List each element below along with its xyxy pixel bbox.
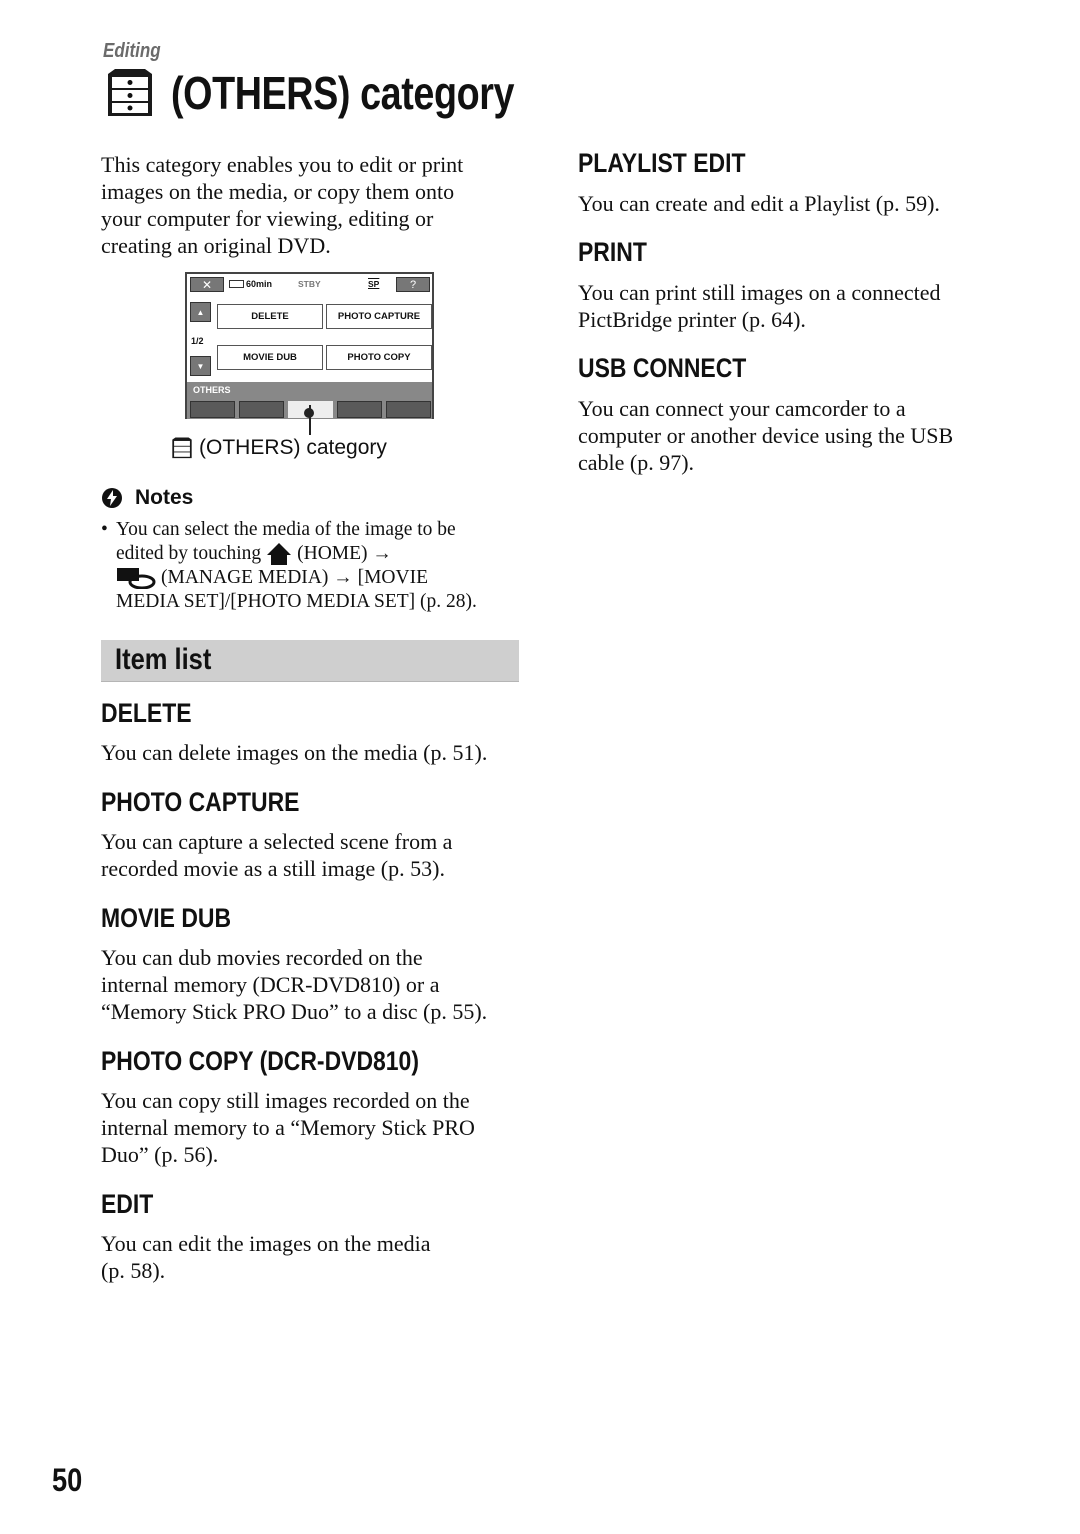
desc-line: You can create and edit a Playlist (p. 5… bbox=[578, 191, 940, 216]
callout-dot bbox=[304, 408, 314, 418]
item-desc-edit: You can edit the images on the media (p.… bbox=[101, 1230, 431, 1284]
item-desc-playlist-edit: You can create and edit a Playlist (p. 5… bbox=[578, 190, 940, 217]
tab-manage-media[interactable] bbox=[337, 401, 382, 418]
desc-line: You can copy still images recorded on th… bbox=[101, 1088, 470, 1113]
battery-indicator: 60min bbox=[229, 279, 272, 289]
item-title-movie-dub: MOVIE DUB bbox=[101, 903, 232, 933]
desc-line: Duo” (p. 56). bbox=[101, 1142, 219, 1167]
note-line: (HOME) → bbox=[297, 543, 392, 564]
notes-body: • You can select the media of the image t… bbox=[101, 518, 531, 614]
item-title-playlist-edit: PLAYLIST EDIT bbox=[578, 148, 746, 178]
others-category-icon bbox=[108, 69, 152, 116]
page-indicator: 1/2 bbox=[191, 336, 204, 346]
desc-line: internal memory to a “Memory Stick PRO bbox=[101, 1115, 475, 1140]
close-button[interactable]: ✕ bbox=[190, 277, 224, 292]
desc-line: You can edit the images on the media bbox=[101, 1231, 431, 1256]
notes-heading: Notes bbox=[135, 486, 194, 509]
item-title-photo-copy: PHOTO COPY (DCR-DVD810) bbox=[101, 1046, 419, 1076]
status-text: STBY bbox=[298, 279, 321, 289]
camcorder-screen: ✕ 60min STBY SP ? ▲ 1/2 ▼ DELETE PHOTO C… bbox=[185, 272, 434, 419]
item-list-header: Item list bbox=[101, 640, 519, 682]
home-icon bbox=[267, 543, 292, 565]
note-line: (MANAGE MEDIA) → [MOVIE bbox=[161, 567, 429, 588]
note-icon bbox=[102, 488, 122, 508]
desc-line: You can capture a selected scene from a bbox=[101, 829, 453, 854]
item-desc-movie-dub: You can dub movies recorded on the inter… bbox=[101, 944, 487, 1025]
page-number: 50 bbox=[52, 1462, 83, 1498]
intro-line: This category enables you to edit or pri… bbox=[101, 152, 464, 177]
tab-settings[interactable] bbox=[386, 401, 431, 418]
desc-line: recorded movie as a still image (p. 53). bbox=[101, 856, 445, 881]
desc-line: PictBridge printer (p. 64). bbox=[578, 307, 806, 332]
category-bar: OTHERS bbox=[187, 382, 432, 400]
item-desc-usb-connect: You can connect your camcorder to a comp… bbox=[578, 395, 953, 476]
delete-button[interactable]: DELETE bbox=[217, 304, 323, 329]
desc-line: You can connect your camcorder to a bbox=[578, 396, 906, 421]
scroll-down-button[interactable]: ▼ bbox=[190, 356, 211, 376]
quality-indicator: SP bbox=[368, 279, 380, 289]
tab-playback[interactable] bbox=[239, 401, 284, 418]
desc-line: “Memory Stick PRO Duo” to a disc (p. 55)… bbox=[101, 999, 488, 1024]
note-line: edited by touching bbox=[116, 543, 262, 564]
battery-text: 60min bbox=[246, 279, 273, 289]
section-label: Editing bbox=[103, 40, 161, 62]
others-category-icon bbox=[172, 437, 192, 459]
photo-capture-button[interactable]: PHOTO CAPTURE bbox=[326, 304, 432, 329]
scroll-up-button[interactable]: ▲ bbox=[190, 302, 211, 322]
note-line: You can select the media of the image to… bbox=[116, 519, 456, 540]
item-title-delete: DELETE bbox=[101, 698, 192, 728]
tab-camera[interactable] bbox=[190, 401, 235, 418]
desc-line: cable (p. 97). bbox=[578, 450, 695, 475]
down-arrow-icon: ▼ bbox=[196, 361, 205, 371]
intro-text: This category enables you to edit or pri… bbox=[101, 151, 521, 259]
item-desc-delete: You can delete images on the media (p. 5… bbox=[101, 739, 487, 766]
desc-line: You can print still images on a connecte… bbox=[578, 280, 941, 305]
note-line: MEDIA SET]/[PHOTO MEDIA SET] (p. 28). bbox=[116, 591, 477, 612]
desc-line: internal memory (DCR-DVD810) or a bbox=[101, 972, 440, 997]
photo-copy-button[interactable]: PHOTO COPY bbox=[326, 345, 432, 370]
item-desc-print: You can print still images on a connecte… bbox=[578, 279, 941, 333]
up-arrow-icon: ▲ bbox=[196, 307, 205, 317]
caption-text: (OTHERS) category bbox=[199, 436, 387, 459]
screen-caption: (OTHERS) category bbox=[170, 436, 387, 460]
item-desc-photo-capture: You can capture a selected scene from a … bbox=[101, 828, 452, 882]
item-title-usb-connect: USB CONNECT bbox=[578, 353, 747, 383]
item-title-print: PRINT bbox=[578, 237, 647, 267]
item-title-photo-capture: PHOTO CAPTURE bbox=[101, 787, 300, 817]
desc-line: You can dub movies recorded on the bbox=[101, 945, 423, 970]
intro-line: your computer for viewing, editing or bbox=[101, 206, 434, 231]
item-desc-photo-copy: You can copy still images recorded on th… bbox=[101, 1087, 475, 1168]
help-button[interactable]: ? bbox=[396, 277, 430, 292]
battery-icon bbox=[229, 280, 244, 288]
item-title-edit: EDIT bbox=[101, 1189, 154, 1219]
manage-media-icon bbox=[117, 568, 156, 589]
page-title-row: (OTHERS) category bbox=[103, 66, 589, 120]
desc-line: computer or another device using the USB bbox=[578, 423, 954, 448]
desc-line: (p. 58). bbox=[101, 1258, 166, 1283]
movie-dub-button[interactable]: MOVIE DUB bbox=[217, 345, 323, 370]
item-list-heading: Item list bbox=[115, 643, 212, 676]
page-title: (OTHERS) category bbox=[171, 67, 515, 119]
intro-line: images on the media, or copy them onto bbox=[101, 179, 455, 204]
notes-heading-row: Notes bbox=[101, 486, 193, 510]
intro-line: creating an original DVD. bbox=[101, 233, 331, 258]
desc-line: You can delete images on the media (p. 5… bbox=[101, 740, 488, 765]
